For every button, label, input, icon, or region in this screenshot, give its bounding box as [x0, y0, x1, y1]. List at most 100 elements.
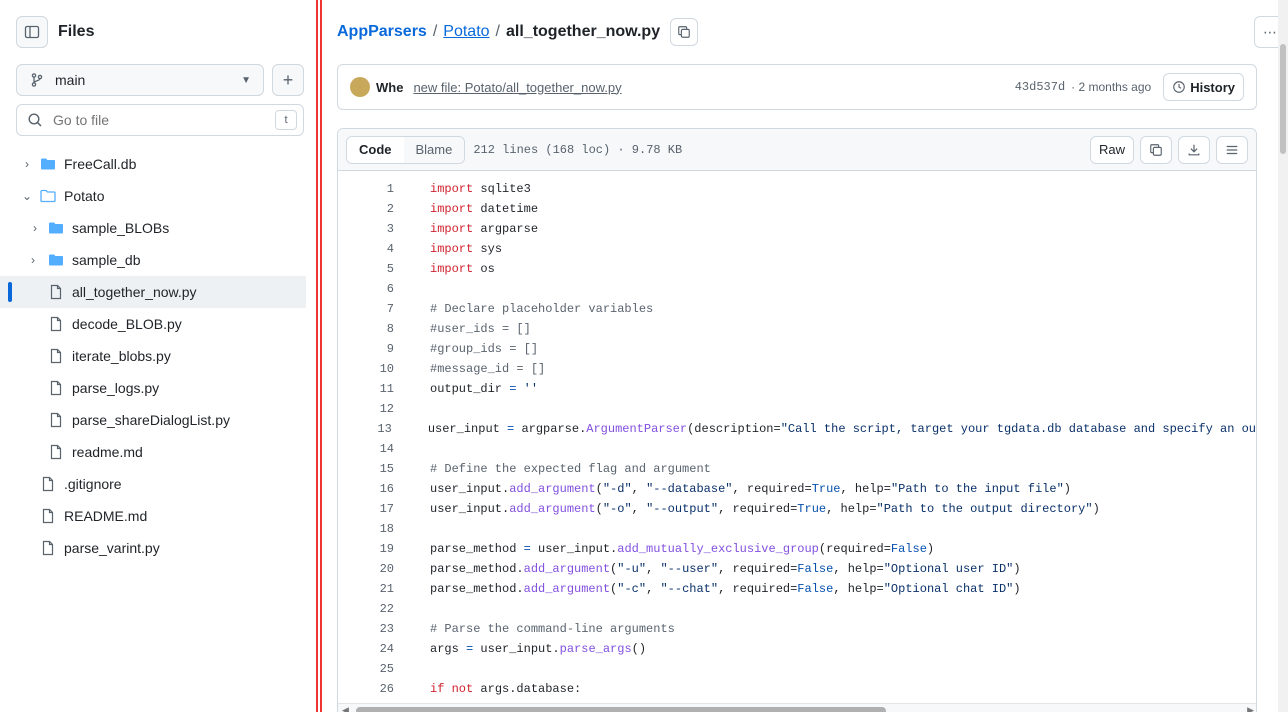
- download-button[interactable]: [1178, 135, 1210, 164]
- sidebar-icon: [24, 25, 40, 39]
- go-to-file-input[interactable]: [53, 105, 275, 135]
- branch-selector[interactable]: main ▼: [16, 64, 264, 96]
- line-number: 19: [379, 542, 394, 556]
- line-number: 16: [379, 482, 394, 496]
- chevron-right-icon[interactable]: ›: [28, 218, 42, 238]
- code-line: 23 # Parse the command-line arguments: [338, 619, 1256, 639]
- chevron-right-icon[interactable]: ›: [20, 154, 34, 174]
- tree-item-label: parse_varint.py: [64, 540, 160, 556]
- folder-icon: [48, 220, 64, 236]
- view-toggle: Code Blame: [346, 135, 466, 164]
- code-line: 20 parse_method.add_argument("-u", "--use…: [338, 559, 1256, 579]
- tree-item-gitignore[interactable]: .gitignore: [0, 468, 306, 500]
- file-sidebar: Files main ▼ + t › FreeCall.db: [0, 0, 306, 712]
- tab-blame[interactable]: Blame: [403, 136, 465, 163]
- code-line: 14: [338, 439, 1256, 459]
- chevron-down-icon: ▼: [241, 74, 251, 86]
- tree-item-parse-varint[interactable]: parse_varint.py: [0, 532, 306, 564]
- tree-item-iterate-blobs[interactable]: iterate_blobs.py: [0, 340, 306, 372]
- avatar[interactable]: [350, 77, 370, 97]
- scroll-left-icon[interactable]: ◀: [342, 705, 349, 712]
- line-number: 25: [379, 662, 394, 676]
- tree-item-all-together-now[interactable]: all_together_now.py: [0, 276, 306, 308]
- active-indicator: [8, 282, 12, 302]
- branch-row: main ▼ +: [16, 64, 304, 96]
- search-icon: [17, 112, 53, 128]
- tree-item-decode-blob[interactable]: decode_BLOB.py: [0, 308, 306, 340]
- copy-path-button[interactable]: [670, 18, 699, 46]
- line-number: 10: [379, 362, 394, 376]
- scrollbar-thumb[interactable]: [356, 707, 886, 712]
- tree-item-parse-logs[interactable]: parse_logs.py: [0, 372, 306, 404]
- vertical-scrollbar[interactable]: [1278, 0, 1288, 712]
- app-window: Files main ▼ + t › FreeCall.db: [0, 0, 1288, 712]
- tree-item-label: FreeCall.db: [64, 156, 137, 172]
- code-toolbar: Code Blame 212 lines (168 loc) · 9.78 KB…: [338, 129, 1256, 171]
- breadcrumb-folder-link[interactable]: Potato: [443, 23, 489, 41]
- files-header: Files: [16, 16, 94, 48]
- chevron-right-icon[interactable]: ›: [26, 250, 40, 270]
- code-lines[interactable]: 1 import sqlite3 2 import datetime 3 import…: [338, 171, 1256, 699]
- scrollbar-thumb[interactable]: [1280, 44, 1286, 154]
- file-icon: [48, 348, 64, 364]
- line-number: 21: [379, 582, 394, 596]
- tree-item-sample-db[interactable]: › sample_db: [0, 244, 306, 276]
- breadcrumb: AppParsers / Potato / all_together_now.p…: [337, 18, 699, 46]
- code-viewer: Code Blame 212 lines (168 loc) · 9.78 KB…: [337, 128, 1257, 712]
- sidebar-resize-handle[interactable]: [316, 0, 322, 712]
- history-icon: [1173, 81, 1186, 93]
- scroll-right-icon[interactable]: ▶: [1247, 705, 1254, 712]
- commit-message-link[interactable]: new file: Potato/all_together_now.py: [413, 80, 621, 95]
- plus-icon: +: [282, 69, 294, 90]
- tab-code[interactable]: Code: [347, 136, 404, 163]
- code-line: 6: [338, 279, 1256, 299]
- code-line: 7 # Declare placeholder variables: [338, 299, 1256, 319]
- symbols-icon: [1226, 145, 1238, 154]
- tree-item-freecall-db[interactable]: › FreeCall.db: [0, 148, 306, 180]
- commit-sha-link[interactable]: 43d537d: [1015, 80, 1065, 94]
- line-number: 2: [386, 202, 394, 216]
- tree-item-potato[interactable]: ⌄ Potato: [0, 180, 306, 212]
- line-number: 14: [379, 442, 394, 456]
- raw-button[interactable]: Raw: [1089, 135, 1134, 164]
- line-number: 9: [386, 342, 394, 356]
- tree-item-sample-blobs[interactable]: › sample_BLOBs: [0, 212, 306, 244]
- tree-item-parse-sharedialoglist[interactable]: parse_shareDialogList.py: [0, 404, 306, 436]
- copy-icon: [1150, 143, 1162, 156]
- file-tree: › FreeCall.db ⌄ Potato › sample_BLOBs › …: [0, 148, 306, 564]
- code-line: 5 import os: [338, 259, 1256, 279]
- tree-item-readme-lower[interactable]: readme.md: [0, 436, 306, 468]
- line-number: 20: [379, 562, 394, 576]
- line-number: 13: [377, 422, 392, 436]
- symbols-button[interactable]: [1216, 135, 1248, 164]
- code-line: 21 parse_method.add_argument("-c", "--cha…: [338, 579, 1256, 599]
- copy-raw-button[interactable]: [1140, 135, 1172, 164]
- code-line: 3 import argparse: [338, 219, 1256, 239]
- history-button[interactable]: History: [1163, 73, 1244, 101]
- code-line: 25: [338, 659, 1256, 679]
- add-file-button[interactable]: +: [272, 64, 304, 96]
- file-icon: [48, 316, 64, 332]
- go-to-file: t: [16, 104, 304, 136]
- line-number: 7: [386, 302, 394, 316]
- download-icon: [1188, 144, 1200, 155]
- code-line: 22: [338, 599, 1256, 619]
- folder-icon: [40, 156, 56, 172]
- chevron-down-icon[interactable]: ⌄: [20, 186, 34, 206]
- kebab-icon: ⋯: [1263, 23, 1277, 40]
- collapse-sidebar-button[interactable]: [16, 16, 48, 48]
- line-number: 3: [386, 222, 394, 236]
- tree-item-label: .gitignore: [64, 476, 122, 492]
- code-line: 4 import sys: [338, 239, 1256, 259]
- code-line: 11 output_dir = '': [338, 379, 1256, 399]
- folder-open-icon: [40, 188, 56, 204]
- breadcrumb-repo-link[interactable]: AppParsers: [337, 23, 427, 41]
- tree-item-readme[interactable]: README.md: [0, 500, 306, 532]
- code-line: 2 import datetime: [338, 199, 1256, 219]
- code-line: 1 import sqlite3: [338, 179, 1256, 199]
- commit-author[interactable]: Whe: [376, 80, 403, 95]
- code-line: 9 #group_ids = []: [338, 339, 1256, 359]
- code-line: 12: [338, 399, 1256, 419]
- horizontal-scrollbar[interactable]: ◀ ▶: [338, 703, 1256, 712]
- line-number: 11: [379, 382, 394, 396]
